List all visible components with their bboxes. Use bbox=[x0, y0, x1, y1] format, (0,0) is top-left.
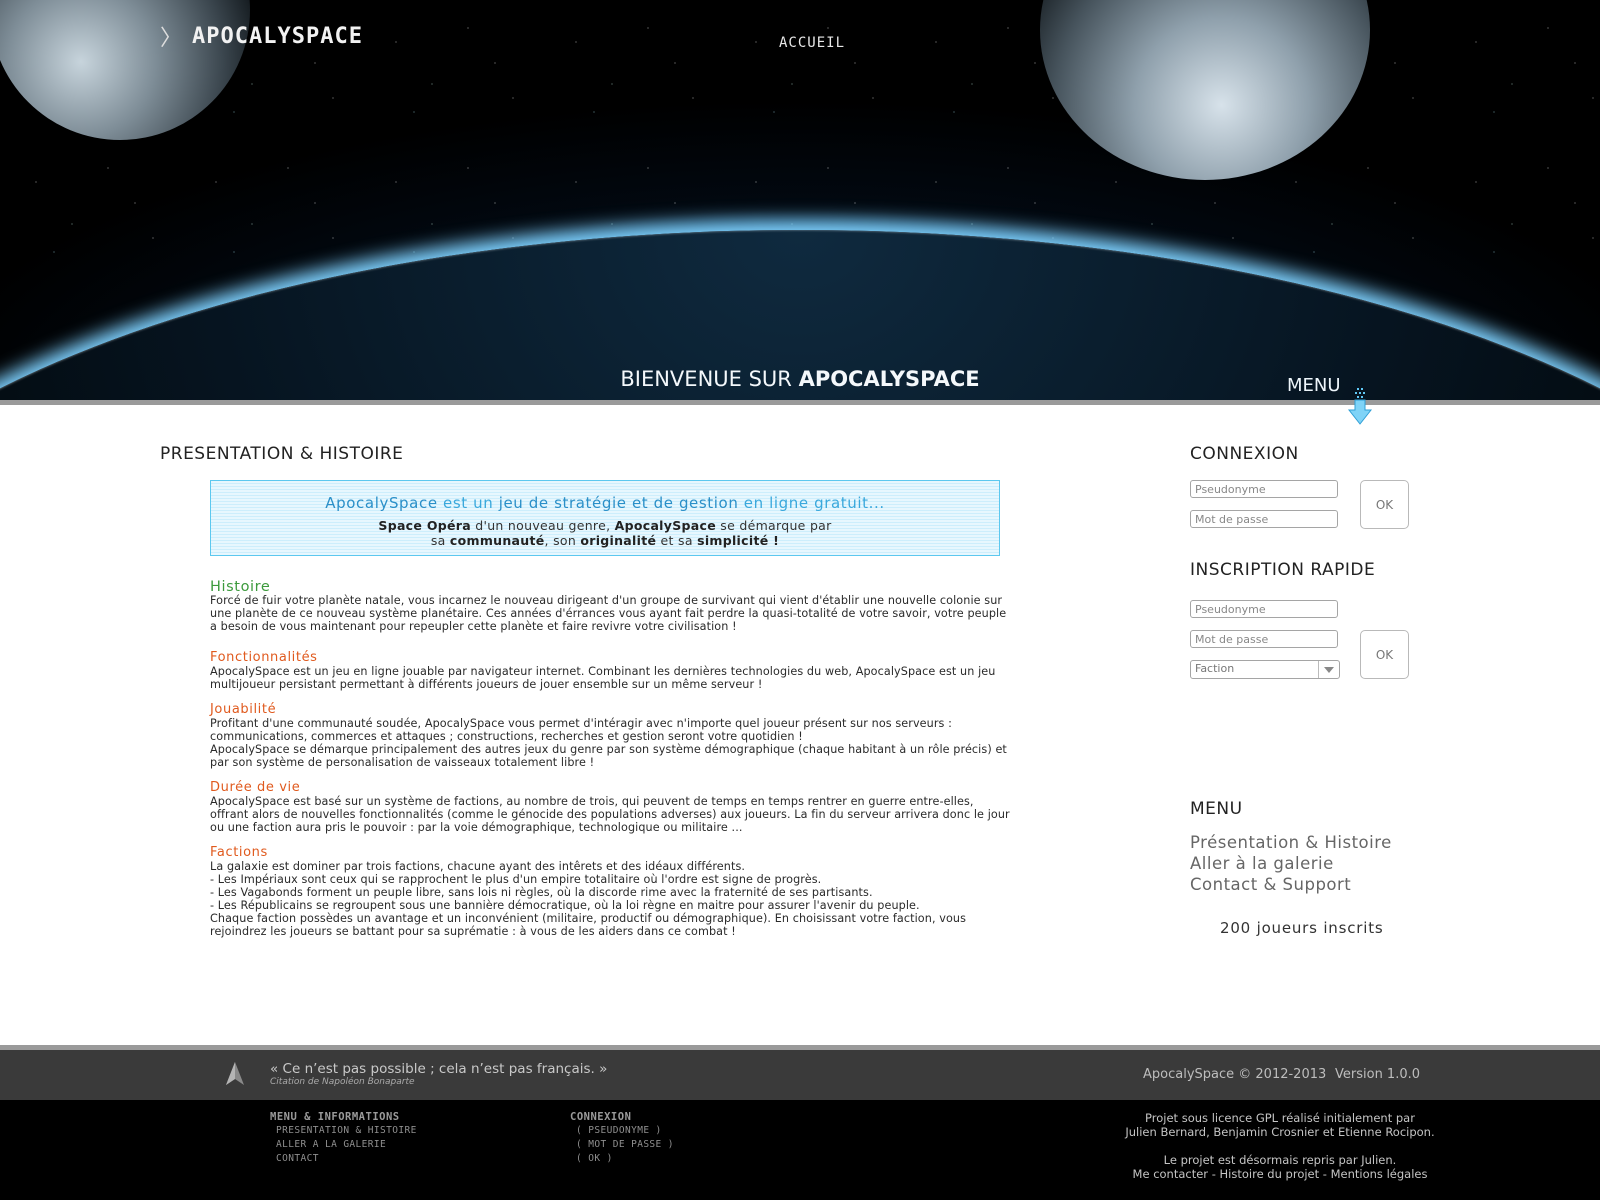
article-duree-de-vie: Durée de vie ApocalySpace est basé sur u… bbox=[210, 780, 1010, 835]
article-title: Fonctionnalités bbox=[210, 650, 318, 665]
signup-title: INSCRIPTION RAPIDE bbox=[1190, 560, 1376, 580]
credits-line: Julien Bernard, Benjamin Crosnier et Eti… bbox=[1125, 1125, 1435, 1139]
article-text: La galaxie est dominer par trois faction… bbox=[210, 860, 746, 873]
link-separator: - bbox=[1208, 1167, 1220, 1181]
intro-text: sa bbox=[430, 533, 450, 548]
login-password-input[interactable] bbox=[1190, 510, 1338, 528]
intro-bold: originalité bbox=[580, 533, 657, 548]
footer-menu-heading: MENU & INFORMATIONS bbox=[270, 1111, 400, 1123]
signup-password-input[interactable] bbox=[1190, 630, 1338, 648]
article-text: Forcé de fuir votre planète natale, vous… bbox=[210, 594, 1007, 633]
footer-copyright: ApocalySpace © 2012-2013 bbox=[1143, 1067, 1327, 1082]
intro-bold: communauté bbox=[449, 533, 545, 548]
intro-bold: simplicité ! bbox=[697, 533, 780, 548]
footer-credits: Projet sous licence GPL réalisé initiale… bbox=[1120, 1111, 1440, 1181]
intro-brand: ApocalySpace bbox=[325, 494, 438, 512]
article-title: Jouabilité bbox=[210, 702, 277, 717]
intro-box: ApocalySpace est un jeu de stratégie et … bbox=[210, 480, 1000, 556]
intro-text: en ligne gratuit... bbox=[738, 494, 885, 512]
side-menu: Présentation & Histoire Aller à la galer… bbox=[1190, 832, 1392, 895]
intro-line-1: ApocalySpace est un jeu de stratégie et … bbox=[211, 494, 999, 512]
welcome-prefix: BIENVENUE SUR bbox=[620, 367, 799, 391]
faction-select-value: Faction bbox=[1195, 662, 1235, 675]
logo-text: APOCALYSPACE bbox=[192, 23, 363, 49]
footer-link-presentation[interactable]: PRESENTATION & HISTOIRE bbox=[276, 1124, 417, 1138]
legal-notice-link[interactable]: Mentions légales bbox=[1331, 1167, 1428, 1181]
menu-title: MENU bbox=[1190, 799, 1243, 819]
intro-bold: ApocalySpace bbox=[614, 518, 716, 533]
intro-bold: Space Opéra bbox=[378, 518, 471, 533]
intro-text: est un bbox=[437, 494, 499, 512]
login-title: CONNEXION bbox=[1190, 444, 1299, 464]
article-jouabilite: Jouabilité Profitant d'une communauté so… bbox=[210, 702, 1010, 770]
faction-select[interactable]: Faction bbox=[1190, 660, 1340, 679]
intro-text: d'un nouveau genre, bbox=[470, 518, 615, 533]
intro-highlight: jeu de stratégie et de gestion bbox=[498, 494, 739, 512]
intro-text: et sa bbox=[656, 533, 698, 548]
credits-line: Le projet est désormais repris par Julie… bbox=[1163, 1153, 1397, 1167]
contact-me-link[interactable]: Me contacter bbox=[1133, 1167, 1209, 1181]
article-fonctionnalites: Fonctionnalités ApocalySpace est un jeu … bbox=[210, 650, 1010, 692]
down-arrow-icon[interactable] bbox=[1347, 386, 1373, 426]
link-separator: - bbox=[1319, 1167, 1331, 1181]
article-histoire: Histoire Forcé de fuir votre planète nat… bbox=[210, 580, 1010, 633]
intro-line-2: Space Opéra d'un nouveau genre, ApocalyS… bbox=[211, 518, 999, 548]
credits-line: Projet sous licence GPL réalisé initiale… bbox=[1145, 1111, 1415, 1125]
article-text: Profitant d'une communauté soudée, Apoca… bbox=[210, 717, 953, 743]
faction-line: - Les Républicains se regroupent sous un… bbox=[210, 899, 920, 912]
menu-item-presentation[interactable]: Présentation & Histoire bbox=[1190, 832, 1392, 853]
article-text: ApocalySpace se démarque principalement … bbox=[210, 743, 1007, 769]
signup-ok-button[interactable]: OK bbox=[1360, 630, 1409, 679]
footer-quote-source: Citation de Napoléon Bonaparte bbox=[270, 1077, 415, 1087]
article-title: Histoire bbox=[210, 579, 271, 595]
faction-line: - Les Impériaux sont ceux qui se rapproc… bbox=[210, 873, 822, 886]
menu-item-contact[interactable]: Contact & Support bbox=[1190, 874, 1392, 895]
credits-links: Me contacter - Histoire du projet - Ment… bbox=[1120, 1167, 1440, 1181]
cursor-arrow-icon bbox=[226, 1062, 244, 1085]
site-logo[interactable]: 〉 APOCALYSPACE bbox=[160, 20, 363, 52]
logo-chevron-icon: 〉 bbox=[160, 26, 183, 51]
footer-version: Version 1.0.0 bbox=[1335, 1067, 1421, 1082]
welcome-brand: APOCALYSPACE bbox=[798, 367, 980, 391]
signup-username-input[interactable] bbox=[1190, 600, 1338, 618]
article-factions: Factions La galaxie est dominer par troi… bbox=[210, 845, 1010, 939]
intro-text: , son bbox=[544, 533, 581, 548]
footer-link-contact[interactable]: CONTACT bbox=[276, 1152, 417, 1166]
login-username-input[interactable] bbox=[1190, 480, 1338, 498]
intro-text: se démarque par bbox=[716, 518, 832, 533]
faction-line: - Les Vagabonds forment un peuple libre,… bbox=[210, 886, 873, 899]
article-title: Factions bbox=[210, 845, 268, 860]
header-banner: 〉 APOCALYSPACE ACCUEIL BIENVENUE SUR APO… bbox=[0, 0, 1600, 400]
menu-toggle-button[interactable]: MENU bbox=[1287, 375, 1341, 396]
footer-link-pseudonyme[interactable]: ( PSEUDONYME ) bbox=[576, 1124, 674, 1138]
article-text: ApocalySpace est basé sur un système de … bbox=[210, 795, 1010, 834]
nav-home-link[interactable]: ACCUEIL bbox=[779, 35, 845, 51]
article-text: ApocalySpace est un jeu en ligne jouable… bbox=[210, 665, 996, 691]
footer-link-galerie[interactable]: ALLER A LA GALERIE bbox=[276, 1138, 417, 1152]
footer-link-password[interactable]: ( MOT DE PASSE ) bbox=[576, 1138, 674, 1152]
footer-link-ok[interactable]: ( OK ) bbox=[576, 1152, 674, 1166]
footer-quote: « Ce n’est pas possible ; cela n’est pas… bbox=[270, 1061, 608, 1077]
login-ok-button[interactable]: OK bbox=[1360, 480, 1409, 529]
article-title: Durée de vie bbox=[210, 780, 301, 795]
menu-item-galerie[interactable]: Aller à la galerie bbox=[1190, 853, 1392, 874]
footer-menu-column: MENU & INFORMATIONS PRESENTATION & HISTO… bbox=[270, 1110, 417, 1166]
footer-connexion-column: CONNEXION ( PSEUDONYME ) ( MOT DE PASSE … bbox=[570, 1110, 674, 1166]
project-history-link[interactable]: Histoire du projet bbox=[1220, 1167, 1320, 1181]
player-count: 200 joueurs inscrits bbox=[1220, 919, 1384, 937]
footer-connexion-heading: CONNEXION bbox=[570, 1111, 632, 1123]
article-text: Chaque faction possèdes un avantage et u… bbox=[210, 912, 967, 938]
page-title: PRESENTATION & HISTOIRE bbox=[160, 444, 404, 464]
chevron-down-icon[interactable] bbox=[1318, 661, 1339, 678]
